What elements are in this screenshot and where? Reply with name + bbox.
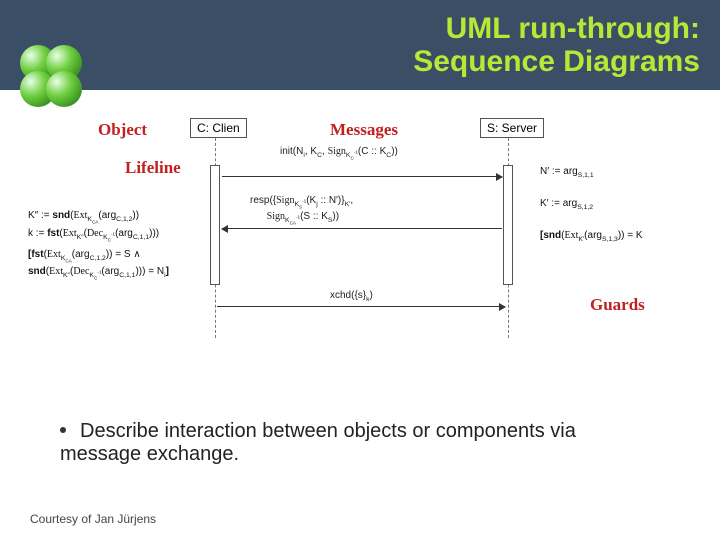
bullet-point: Describe interaction between objects or … [60, 420, 660, 466]
activation-server [503, 165, 513, 285]
activation-client [210, 165, 220, 285]
title-line-2: Sequence Diagrams [413, 45, 700, 78]
label-guards: Guards [590, 295, 645, 315]
label-lifeline: Lifeline [125, 158, 181, 178]
note-nprime: N′ := argS,1,1 [540, 166, 594, 179]
label-messages: Messages [330, 120, 398, 140]
note-k: k := fst(ExtK″(DecKC-1(argC,1,1))) [28, 228, 159, 242]
slide-title: UML run-through: Sequence Diagrams [120, 12, 700, 78]
note-kprime: K′ := argS,1,2 [540, 198, 593, 211]
footer-credit: Courtesy of Jan Jürjens [30, 512, 156, 526]
msg-init: init(Ni, KC, SignKC-1(C :: KC)) [280, 146, 398, 160]
object-server: S: Server [480, 118, 544, 138]
arrow-xchd [217, 306, 505, 307]
msg-resp: resp({SignKS-1(Kj :: N′)}K′, SignKCA-1(S… [250, 194, 353, 227]
note-k2: K″ := snd(ExtKCA(argC,1,2)) [28, 210, 139, 224]
arrow-resp [222, 228, 502, 229]
bullet-text: Describe interaction between objects or … [60, 420, 576, 465]
arrow-init [222, 176, 502, 177]
slide-header: UML run-through: Sequence Diagrams [0, 0, 720, 90]
guard-server: [snd(ExtK′(argS,1,3)) = K [540, 230, 643, 243]
title-line-1: UML run-through: [446, 12, 700, 45]
sequence-diagram: Object Messages Lifeline Guards C: Clien… [0, 110, 720, 410]
guard-client: [fst(ExtKCA(argC,1,2)) = S ∧ snd(ExtK″(D… [28, 248, 169, 281]
bullet-dot-icon [60, 427, 66, 433]
msg-xchd: xchd({s}k) [330, 290, 373, 303]
label-object: Object [98, 120, 147, 140]
object-client: C: Clien [190, 118, 247, 138]
orb-icon [46, 71, 82, 107]
